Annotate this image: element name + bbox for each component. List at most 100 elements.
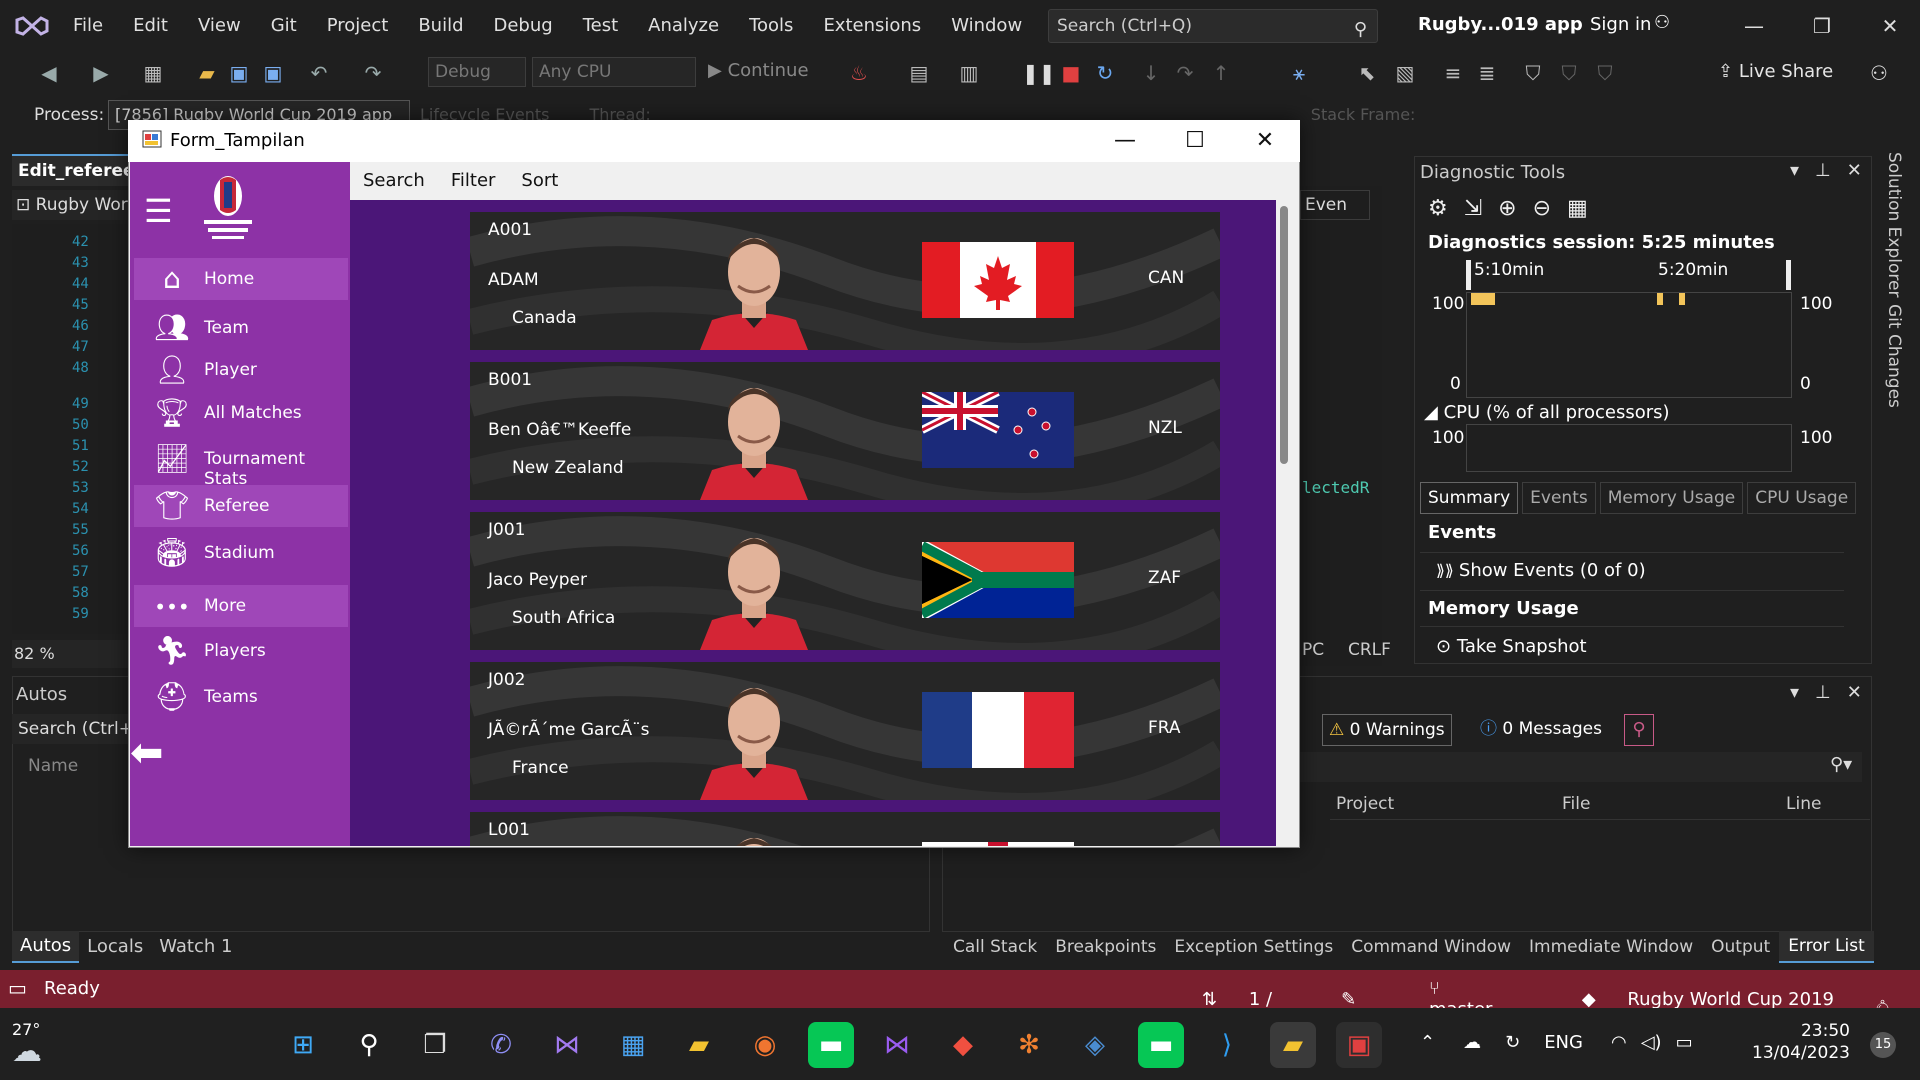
- diagnostics-icon[interactable]: ⚹: [1286, 60, 1312, 86]
- undo-icon[interactable]: ↶: [306, 60, 332, 86]
- feedback-icon[interactable]: ⚇: [1866, 60, 1892, 86]
- output-icon[interactable]: ▭: [8, 976, 27, 1000]
- select-element-icon[interactable]: ⬉: [1354, 60, 1380, 86]
- comment-icon[interactable]: ≡: [1440, 60, 1466, 86]
- search-icon[interactable]: ⚲▾: [1830, 754, 1852, 775]
- autos-search-input[interactable]: Search (Ctrl+E): [12, 714, 132, 744]
- clock[interactable]: 23:50 13/04/2023: [1752, 1020, 1850, 1064]
- dropdown-icon[interactable]: ▾: [1790, 682, 1799, 703]
- firefox-icon[interactable]: ◉: [742, 1022, 788, 1068]
- sidebar-item-teams[interactable]: ⛑︎ Teams: [134, 676, 348, 718]
- menu-file[interactable]: File: [58, 0, 118, 52]
- sidebar-item-stadium[interactable]: 🏟︎ Stadium: [134, 532, 348, 574]
- sidebar-item-more[interactable]: ••• More: [134, 585, 348, 627]
- tab-locals[interactable]: Locals: [79, 932, 151, 962]
- scrollbar-thumb[interactable]: [1280, 206, 1288, 464]
- dropdown-icon[interactable]: ▾: [1790, 160, 1799, 181]
- sync-icon[interactable]: ↻: [1505, 1032, 1520, 1053]
- chat-icon[interactable]: ✆: [478, 1022, 524, 1068]
- column-file[interactable]: File: [1562, 788, 1590, 820]
- redo-icon[interactable]: ↷: [360, 60, 386, 86]
- tab-exception-settings[interactable]: Exception Settings: [1165, 932, 1342, 962]
- tab-error-list[interactable]: Error List: [1779, 931, 1874, 963]
- menu-test[interactable]: Test: [568, 0, 633, 52]
- platform-select[interactable]: Any CPU: [532, 57, 696, 87]
- mysql-icon[interactable]: ◈: [1072, 1022, 1118, 1068]
- menu-edit[interactable]: Edit: [118, 0, 183, 52]
- start-icon[interactable]: ⊞: [280, 1022, 326, 1068]
- line-app-2-icon[interactable]: ▬: [1138, 1022, 1184, 1068]
- form-menu-filter[interactable]: Filter: [438, 162, 509, 200]
- settings-icon[interactable]: ⚙: [1428, 196, 1448, 221]
- forward-icon[interactable]: ▶: [88, 60, 114, 86]
- restart-icon[interactable]: ↻: [1092, 60, 1118, 86]
- save-all-icon[interactable]: ▣: [260, 60, 286, 86]
- prev-bookmark-icon[interactable]: ⛉: [1556, 60, 1582, 86]
- menu-debug[interactable]: Debug: [479, 0, 568, 52]
- form-menu-search[interactable]: Search: [350, 162, 438, 200]
- visual-studio-icon[interactable]: ⋈: [544, 1022, 590, 1068]
- referee-card[interactable]: L001: [470, 812, 1220, 846]
- close-panel-icon[interactable]: ✕: [1847, 682, 1862, 703]
- menu-view[interactable]: View: [183, 0, 256, 52]
- task-view-icon[interactable]: ❐: [412, 1022, 458, 1068]
- back-icon[interactable]: ◀: [36, 60, 62, 86]
- tab-git-changes[interactable]: Git Changes: [1884, 304, 1904, 408]
- account-icon[interactable]: ⚇: [1654, 12, 1670, 33]
- referee-card[interactable]: A001 ADAM Canada CAN: [470, 212, 1220, 350]
- sidebar-item-all-matches[interactable]: 🏆︎ All Matches: [134, 392, 348, 434]
- referee-card[interactable]: B001 Ben Oâ€™Keeffe New Zealand NZL: [470, 362, 1220, 500]
- vscode-icon[interactable]: ⟩: [1204, 1022, 1250, 1068]
- tab-watch-1[interactable]: Watch 1: [151, 932, 240, 962]
- step-over-icon[interactable]: ↷: [1172, 60, 1198, 86]
- show-events-link[interactable]: ⟫⟫ Show Events (0 of 0): [1436, 560, 1646, 581]
- live-tree-icon[interactable]: ▧: [1392, 60, 1418, 86]
- visual-studio-2-icon[interactable]: ⋈: [874, 1022, 920, 1068]
- zoom-out-icon[interactable]: ⊖: [1533, 196, 1551, 221]
- timeline-ruler[interactable]: 5:10min 5:20min: [1466, 260, 1792, 290]
- volume-icon[interactable]: ◁): [1641, 1032, 1662, 1053]
- cpu-title[interactable]: ◢ CPU (% of all processors): [1424, 402, 1670, 423]
- take-snapshot-button[interactable]: ⊙ Take Snapshot: [1436, 636, 1587, 657]
- close-panel-icon[interactable]: ✕: [1847, 160, 1862, 181]
- tab-summary[interactable]: Summary: [1420, 482, 1519, 514]
- sidebar-item-tournament-stats[interactable]: 📈︎ Tournament Stats: [134, 438, 348, 489]
- export-icon[interactable]: ⇲: [1464, 196, 1482, 221]
- taskbar-search-icon[interactable]: ⚲: [346, 1022, 392, 1068]
- tab-solution-explorer[interactable]: Solution Explorer: [1884, 152, 1904, 297]
- menu-window[interactable]: Window: [936, 0, 1037, 52]
- battery-icon[interactable]: ▭: [1676, 1032, 1693, 1053]
- new-project-icon[interactable]: ▦: [140, 60, 166, 86]
- tab-memory-usage[interactable]: Memory Usage: [1599, 482, 1744, 514]
- sidebar-item-players[interactable]: 🏃︎ Players: [134, 630, 348, 672]
- xampp-icon[interactable]: ✻: [1006, 1022, 1052, 1068]
- hot-reload-icon[interactable]: ♨: [846, 60, 872, 86]
- form-maximize-icon[interactable]: ☐: [1160, 120, 1230, 162]
- sidebar-item-team[interactable]: 👥︎ Team: [134, 307, 348, 349]
- zoom-in-icon[interactable]: ⊕: [1498, 196, 1516, 221]
- line-app-icon[interactable]: ▬: [808, 1022, 854, 1068]
- search-input[interactable]: Search (Ctrl+Q) ⚲: [1048, 9, 1378, 43]
- next-bookmark-icon[interactable]: ⛉: [1592, 60, 1618, 86]
- warnings-filter-button[interactable]: ⚠ 0 Warnings: [1322, 714, 1452, 746]
- column-project[interactable]: Project: [1336, 788, 1394, 820]
- menu-build[interactable]: Build: [403, 0, 478, 52]
- timeline-end-handle[interactable]: [1786, 260, 1791, 290]
- referee-card[interactable]: J001 Jaco Peyper South Africa ZAF: [470, 512, 1220, 650]
- file-explorer-icon[interactable]: ▰: [676, 1022, 722, 1068]
- column-line[interactable]: Line: [1786, 788, 1821, 820]
- configuration-select[interactable]: Debug: [428, 57, 526, 87]
- weather-cloud-icon[interactable]: ☁: [12, 1034, 42, 1069]
- browse-icon[interactable]: ▤: [906, 60, 932, 86]
- weather-temperature[interactable]: 27°: [12, 1020, 40, 1039]
- menu-extensions[interactable]: Extensions: [808, 0, 936, 52]
- onedrive-icon[interactable]: ☁: [1463, 1032, 1481, 1053]
- member-select[interactable]: Even: [1300, 190, 1370, 220]
- referee-card[interactable]: J002 JÃ©rÃ´me GarcÃ¨s France FRA: [470, 662, 1220, 800]
- zoom-select[interactable]: 82 %: [12, 640, 132, 668]
- menu-git[interactable]: Git: [256, 0, 312, 52]
- save-icon[interactable]: ▣: [226, 60, 252, 86]
- tab-events[interactable]: Events: [1522, 482, 1596, 514]
- continue-button[interactable]: ▶ Continue: [708, 60, 809, 81]
- step-into-icon[interactable]: ↓: [1138, 60, 1164, 86]
